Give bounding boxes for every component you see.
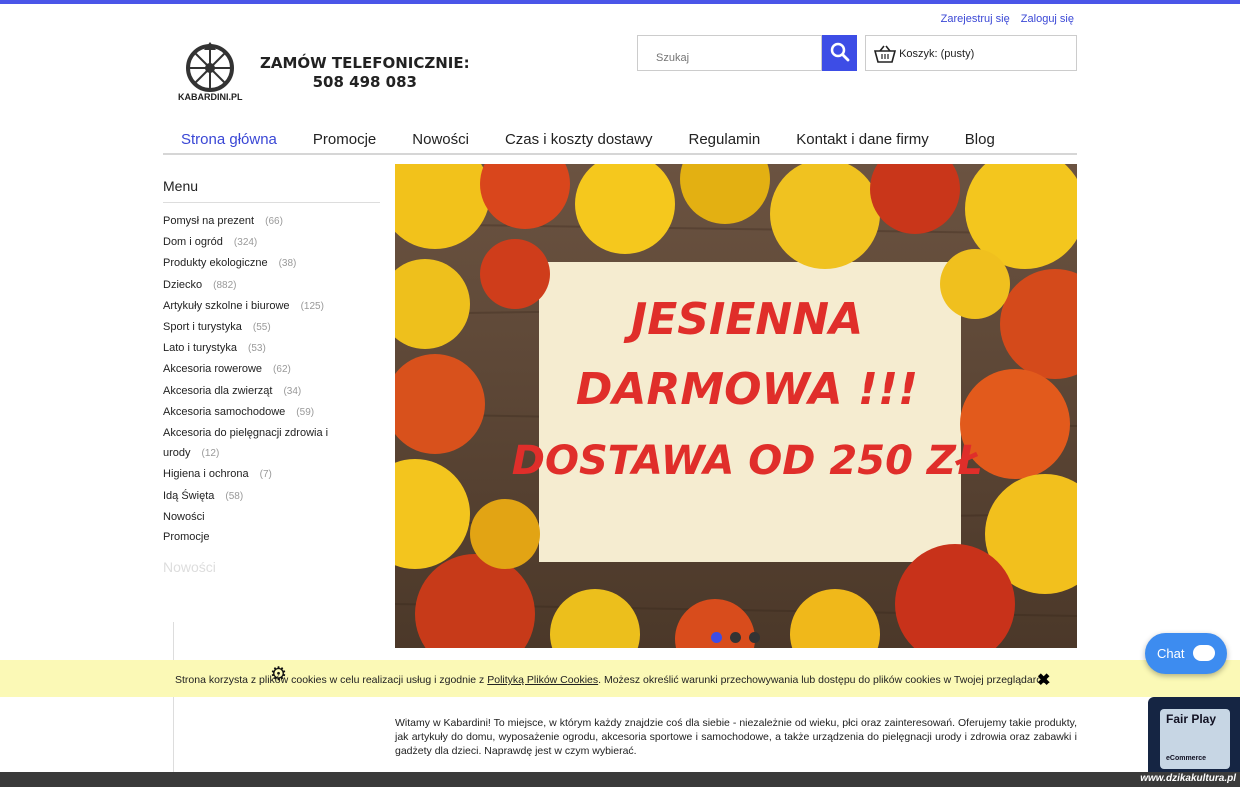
watermark: www.dzikakultura.pl — [1140, 773, 1236, 784]
slider-dot[interactable] — [711, 632, 722, 643]
category-count: (324) — [233, 237, 258, 249]
close-icon[interactable]: ✖ — [1037, 670, 1050, 690]
chat-bubble-icon — [1193, 645, 1215, 661]
category-item[interactable]: Akcesoria samochodowe (59) — [163, 402, 363, 423]
category-item[interactable]: Akcesoria rowerowe (62) — [163, 359, 363, 380]
sidebar-divider — [163, 202, 380, 203]
nav-item-home[interactable]: Strona główna — [163, 125, 295, 153]
category-count: (38) — [278, 258, 297, 270]
nav-item-new[interactable]: Nowości — [394, 125, 487, 153]
nav-item-blog[interactable]: Blog — [947, 125, 1013, 153]
slider-dot[interactable] — [749, 632, 760, 643]
category-item[interactable]: Dziecko (882) — [163, 275, 363, 296]
phone-order-block: ZAMÓW TELEFONICZNIE: 508 498 083 — [260, 54, 470, 92]
wheel-logo-icon: KABARDINI.PL — [178, 42, 243, 102]
logo-text: KABARDINI.PL — [178, 92, 243, 102]
slider-dots — [711, 630, 768, 648]
search-icon — [830, 42, 849, 61]
gear-icon[interactable]: ⚙ — [270, 663, 287, 686]
category-count: (7) — [259, 469, 272, 481]
phone-label: ZAMÓW TELEFONICZNIE: — [260, 54, 470, 72]
main-nav: Strona główna Promocje Nowości Czas i ko… — [163, 125, 1077, 155]
cookie-text-start: Strona korzysta z plików cookies w celu … — [175, 674, 488, 686]
cart-box[interactable]: Koszyk: (pusty) — [865, 35, 1077, 71]
phone-number: 508 498 083 — [312, 73, 417, 91]
category-item[interactable]: Akcesoria dla zwierząt (34) — [163, 381, 363, 402]
category-item[interactable]: Akcesoria do pielęgnacji zdrowia i — [163, 423, 363, 443]
banner-line3: DOSTAWA OD 250 ZŁ — [512, 438, 983, 484]
fairplay-subtitle: eCommerce — [1166, 755, 1207, 762]
autumn-leaves-image: JESIENNA DARMOWA !!! DOSTAWA OD 250 ZŁ — [395, 164, 1077, 648]
fairplay-logo: Fair Play eCommerce — [1160, 709, 1230, 769]
category-item[interactable]: urody (12) — [163, 443, 363, 464]
category-count: (12) — [201, 448, 220, 460]
login-link[interactable]: Zaloguj się — [1021, 13, 1074, 25]
nav-item-terms[interactable]: Regulamin — [671, 125, 779, 153]
nav-item-promotions[interactable]: Promocje — [295, 125, 394, 153]
cookie-bar: Strona korzysta z plików cookies w celu … — [0, 660, 1240, 697]
category-count: (62) — [273, 364, 291, 376]
category-item[interactable]: Nowości — [163, 507, 363, 527]
chat-label: Chat — [1157, 646, 1185, 661]
new-products-title: Nowości — [163, 559, 216, 575]
nav-item-delivery[interactable]: Czas i koszty dostawy — [487, 125, 671, 153]
category-count: (34) — [283, 385, 302, 397]
category-count: (58) — [225, 490, 244, 502]
category-count: (59) — [296, 406, 315, 418]
category-item[interactable]: Promocje — [163, 527, 363, 547]
category-item[interactable]: Idą Święta (58) — [163, 486, 363, 507]
category-item[interactable]: Artykuły szkolne i biurowe (125) — [163, 296, 363, 317]
category-item[interactable]: Higiena i ochrona (7) — [163, 464, 363, 485]
site-logo[interactable]: KABARDINI.PL — [176, 40, 248, 102]
category-list: Pomysł na prezent (66) Dom i ogród (324) P… — [163, 211, 363, 547]
search-button[interactable] — [822, 35, 857, 71]
category-count: (125) — [300, 300, 324, 312]
top-accent-bar — [0, 0, 1240, 4]
nav-item-contact[interactable]: Kontakt i dane firmy — [778, 125, 947, 153]
banner-line2: DARMOWA !!! — [576, 364, 918, 415]
category-item[interactable]: Sport i turystyka (55) — [163, 317, 363, 338]
cookie-policy-link[interactable]: Polityką Plików Cookies — [487, 674, 598, 686]
category-count: (53) — [247, 343, 266, 355]
category-count: (882) — [213, 279, 237, 291]
footer-bar — [0, 772, 1240, 787]
slider-dot[interactable] — [730, 632, 741, 643]
category-item[interactable]: Lato i turystyka (53) — [163, 338, 363, 359]
chat-button[interactable]: Chat — [1145, 633, 1227, 674]
fairplay-badge[interactable]: Fair Play eCommerce — [1148, 697, 1240, 777]
cookie-text-end: . Możesz określić warunki przechowywania… — [598, 674, 1051, 686]
category-item[interactable]: Produkty ekologiczne (38) — [163, 253, 363, 274]
welcome-text: Witamy w Kabardini! To miejsce, w którym… — [395, 717, 1077, 757]
register-link[interactable]: Zarejestruj się — [941, 13, 1010, 25]
category-item[interactable]: Pomysł na prezent (66) — [163, 211, 363, 232]
account-links: Zarejestruj się Zaloguj się — [933, 13, 1074, 25]
sidebar-menu-title: Menu — [163, 178, 199, 194]
new-product-thumbnail[interactable] — [173, 622, 380, 772]
search-input[interactable] — [637, 35, 822, 71]
promo-banner[interactable]: JESIENNA DARMOWA !!! DOSTAWA OD 250 ZŁ — [395, 164, 1077, 648]
cart-label: Koszyk: (pusty) — [899, 48, 975, 60]
category-item[interactable]: Dom i ogród (324) — [163, 232, 363, 253]
basket-icon — [873, 45, 897, 63]
category-count: (55) — [252, 322, 271, 334]
banner-line1: JESIENNA — [623, 294, 863, 345]
category-count: (66) — [265, 216, 283, 227]
fairplay-title: Fair Play — [1166, 712, 1217, 726]
